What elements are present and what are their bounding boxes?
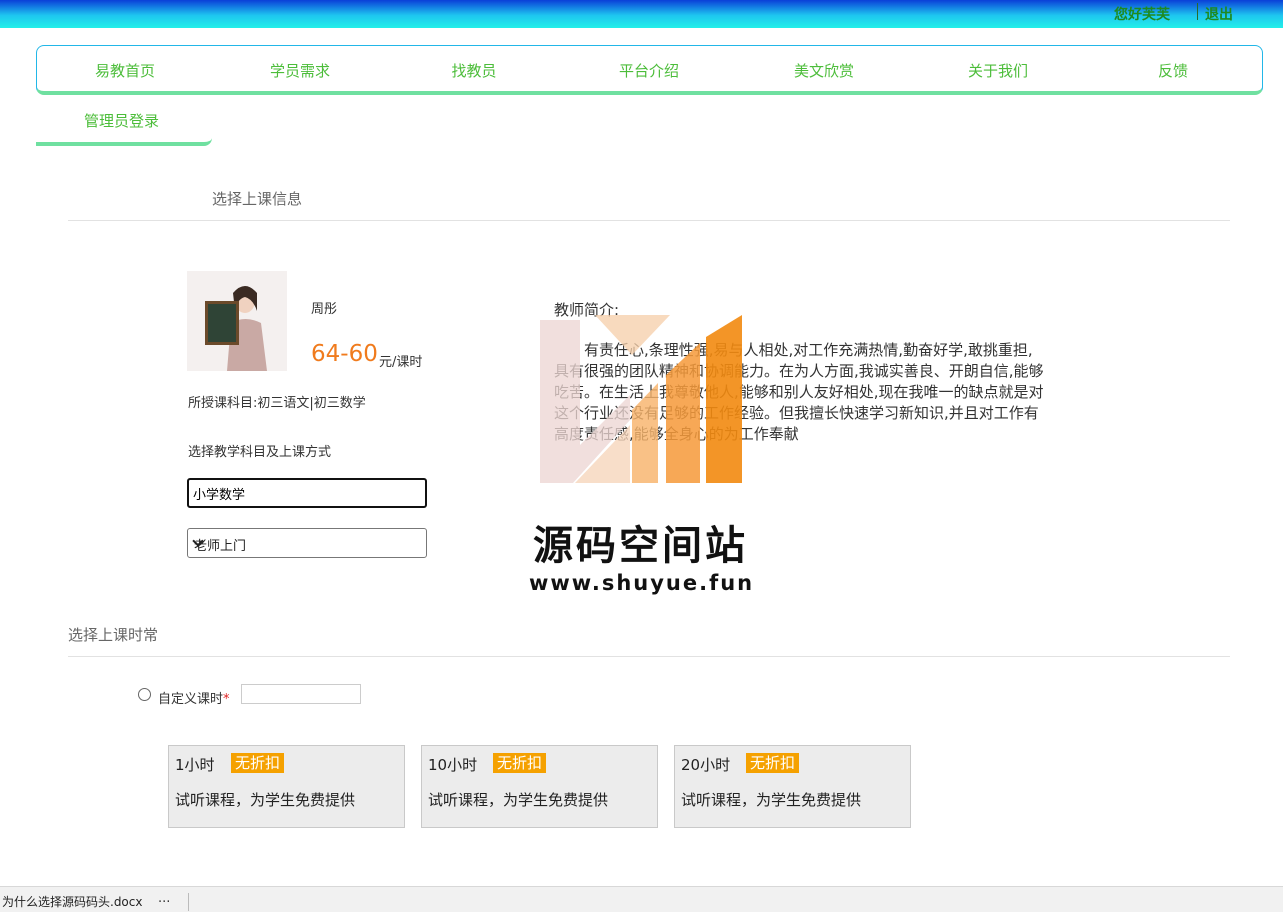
top-bar: 您好芙芙 退出 (0, 0, 1283, 28)
price-unit: 元/课时 (379, 355, 423, 370)
custom-hours-input[interactable] (241, 684, 361, 704)
section-title-class-info: 选择上课信息 (212, 190, 303, 208)
package-hours: 10小时 (428, 756, 478, 774)
teacher-price: 64-60 (311, 341, 378, 367)
required-mark: * (223, 692, 230, 707)
discount-badge: 无折扣 (746, 753, 800, 773)
divider (68, 656, 1230, 657)
package-desc: 试听课程，为学生免费提供 (175, 791, 356, 809)
nav-item-find-teacher[interactable]: 找教员 (414, 60, 534, 81)
divider (1197, 3, 1198, 20)
download-file[interactable]: 为什么选择源码码头.docx (2, 893, 142, 910)
main-nav: 易教首页 学员需求 找教员 平台介绍 美文欣赏 关于我们 反馈 (36, 45, 1263, 95)
logout-link[interactable]: 退出 (1205, 4, 1233, 24)
teacher-name: 周彤 (311, 302, 338, 317)
divider (68, 220, 1230, 221)
nav-item-student-demands[interactable]: 学员需求 (240, 60, 360, 81)
nav-item-about-us[interactable]: 关于我们 (938, 60, 1058, 81)
package-desc: 试听课程，为学生免费提供 (428, 791, 609, 809)
custom-hours-radio[interactable] (138, 688, 151, 701)
divider (188, 893, 189, 911)
more-options-icon[interactable]: ... (158, 891, 170, 906)
class-mode-select[interactable]: 老师上门 (187, 528, 427, 558)
package-card-10h[interactable]: 10小时 无折扣 试听课程，为学生免费提供 (421, 745, 658, 828)
choose-subject-label: 选择教学科目及上课方式 (188, 445, 332, 460)
nav-item-platform-intro[interactable]: 平台介绍 (589, 60, 709, 81)
class-mode-value: 老师上门 (194, 539, 247, 554)
nav-item-feedback[interactable]: 反馈 (1113, 60, 1233, 81)
admin-login-label[interactable]: 管理员登录 (84, 110, 159, 131)
teacher-photo (187, 271, 287, 371)
package-card-20h[interactable]: 20小时 无折扣 试听课程，为学生免费提供 (674, 745, 911, 828)
package-card-1h[interactable]: 1小时 无折扣 试听课程，为学生免费提供 (168, 745, 405, 828)
section-title-duration: 选择上课时常 (68, 626, 159, 644)
nav-item-home[interactable]: 易教首页 (65, 60, 185, 81)
package-hours: 1小时 (175, 756, 215, 774)
watermark-logo-icon (540, 315, 742, 483)
discount-badge: 无折扣 (493, 753, 547, 773)
watermark-url: www.shuyue.fun (529, 571, 755, 595)
nav-item-articles[interactable]: 美文欣赏 (764, 60, 884, 81)
package-desc: 试听课程，为学生免费提供 (681, 791, 862, 809)
custom-hours-label: 自定义课时* (158, 692, 230, 707)
admin-login-tab[interactable]: 管理员登录 (36, 104, 212, 146)
subject-input[interactable] (187, 478, 427, 508)
package-hours: 20小时 (681, 756, 731, 774)
teacher-subjects: 所授课科目:初三语文|初三数学 (188, 396, 366, 411)
user-greeting: 您好芙芙 (1114, 7, 1170, 23)
discount-badge: 无折扣 (231, 753, 285, 773)
watermark-title: 源码空间站 (533, 523, 748, 569)
download-bar: 为什么选择源码码头.docx ... (0, 886, 1283, 912)
